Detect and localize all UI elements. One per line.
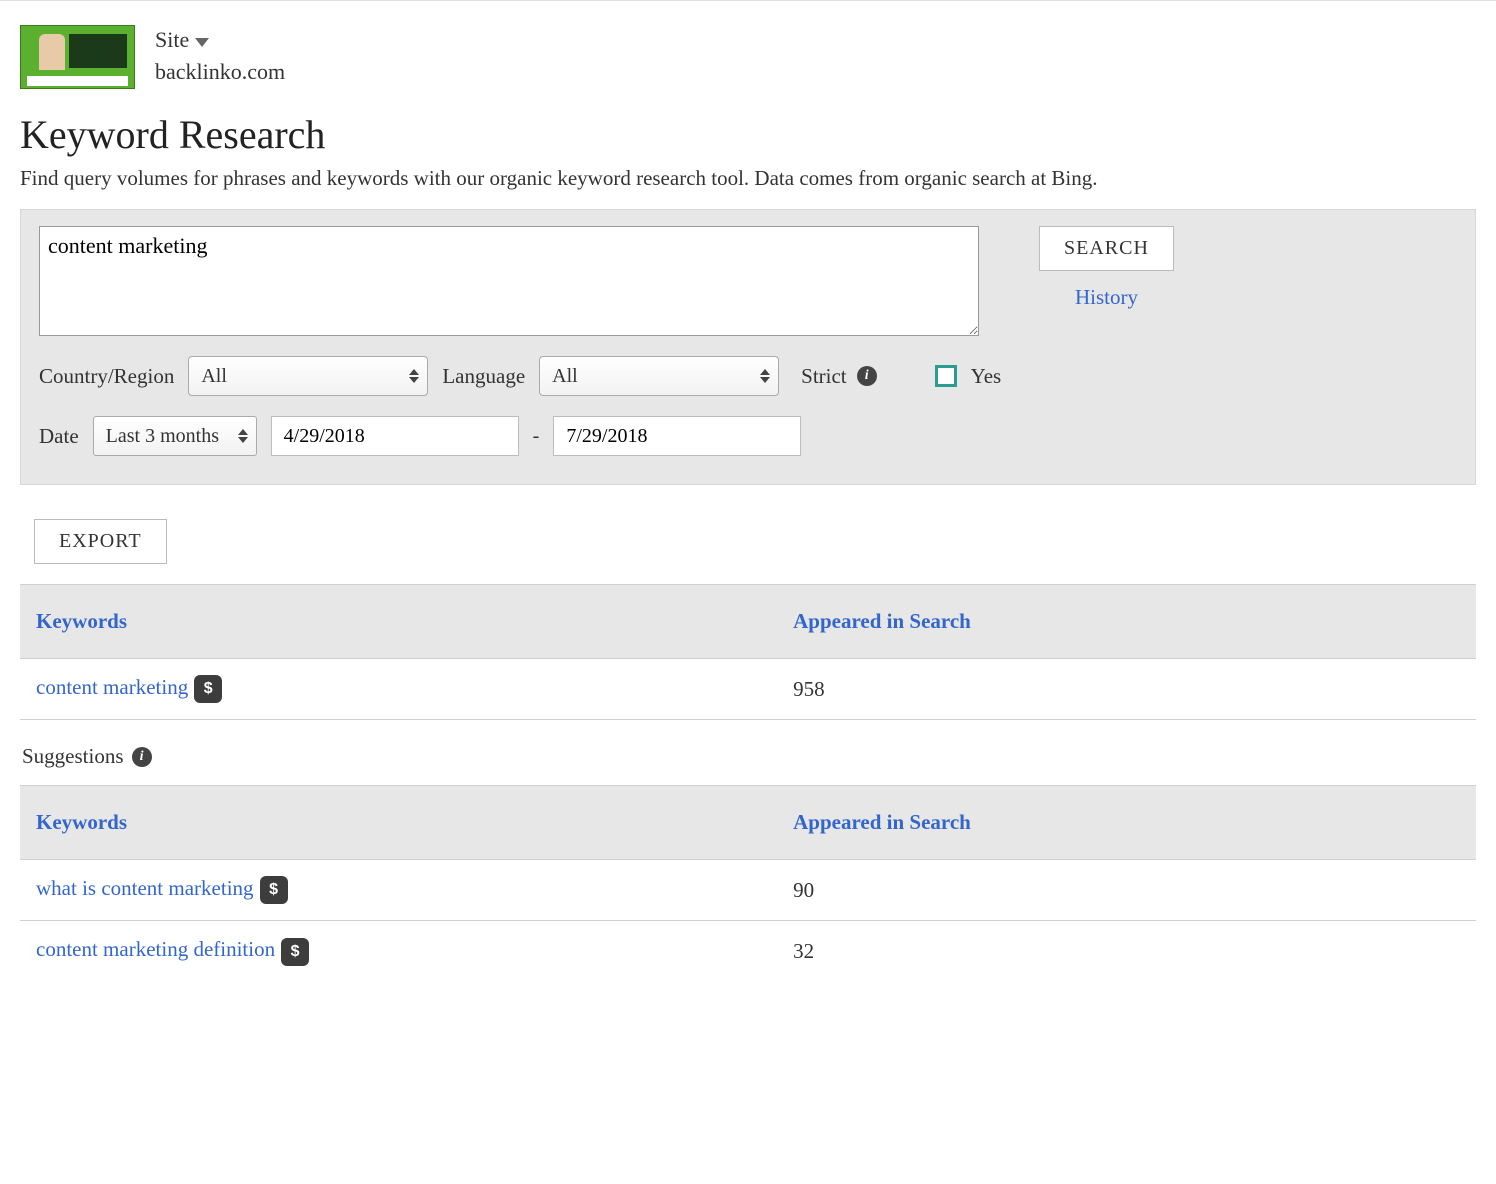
appeared-value: 958 [777,659,1476,720]
search-button[interactable]: SEARCH [1039,226,1174,271]
keyword-link[interactable]: content marketing [36,675,188,699]
stepper-icon [238,429,248,443]
column-header-appeared[interactable]: Appeared in Search [777,786,1476,860]
column-header-keywords[interactable]: Keywords [20,786,777,860]
site-domain: backlinko.com [155,59,285,85]
info-icon[interactable]: i [132,747,152,767]
keyword-link[interactable]: what is content marketing [36,876,254,900]
site-selector-block: Site backlinko.com [155,25,285,85]
dollar-icon[interactable]: $ [260,876,288,904]
search-panel: SEARCH History Country/Region All Langua… [20,209,1476,485]
language-value: All [552,365,578,388]
page-description: Find query volumes for phrases and keywo… [20,166,1476,191]
caret-down-icon [195,38,209,47]
date-range-value: Last 3 months [106,425,219,448]
site-dropdown-label: Site [155,27,189,53]
language-label: Language [442,364,525,389]
strict-label: Strict [801,364,847,389]
table-row: what is content marketing$90 [20,860,1476,921]
yes-label: Yes [971,364,1002,389]
country-label: Country/Region [39,364,174,389]
column-header-appeared[interactable]: Appeared in Search [777,585,1476,659]
stepper-icon [760,369,770,383]
table-row: content marketing$958 [20,659,1476,720]
strict-checkbox[interactable] [935,365,957,387]
dollar-icon[interactable]: $ [194,675,222,703]
keyword-link[interactable]: content marketing definition [36,937,275,961]
suggestions-table: Keywords Appeared in Search what is cont… [20,785,1476,981]
page-title: Keyword Research [20,111,1476,158]
country-value: All [201,365,227,388]
dollar-icon[interactable]: $ [281,938,309,966]
date-from-input[interactable] [271,416,519,456]
date-to-input[interactable] [553,416,801,456]
language-select[interactable]: All [539,356,779,396]
history-link[interactable]: History [1075,285,1138,310]
appeared-value: 90 [777,860,1476,921]
column-header-keywords[interactable]: Keywords [20,585,777,659]
keyword-input[interactable] [39,226,979,336]
site-thumbnail [20,25,135,89]
country-select[interactable]: All [188,356,428,396]
table-row: content marketing definition$32 [20,921,1476,982]
suggestions-heading: Suggestions i [20,720,1476,779]
suggestions-label: Suggestions [22,744,124,769]
date-range-select[interactable]: Last 3 months [93,416,257,456]
site-header: Site backlinko.com [20,1,1476,89]
date-separator: - [533,425,540,448]
export-button[interactable]: EXPORT [34,519,167,564]
stepper-icon [409,369,419,383]
appeared-value: 32 [777,921,1476,982]
results-table: Keywords Appeared in Search content mark… [20,584,1476,720]
info-icon[interactable]: i [857,366,877,386]
site-dropdown[interactable]: Site [155,27,285,53]
date-label: Date [39,424,79,449]
